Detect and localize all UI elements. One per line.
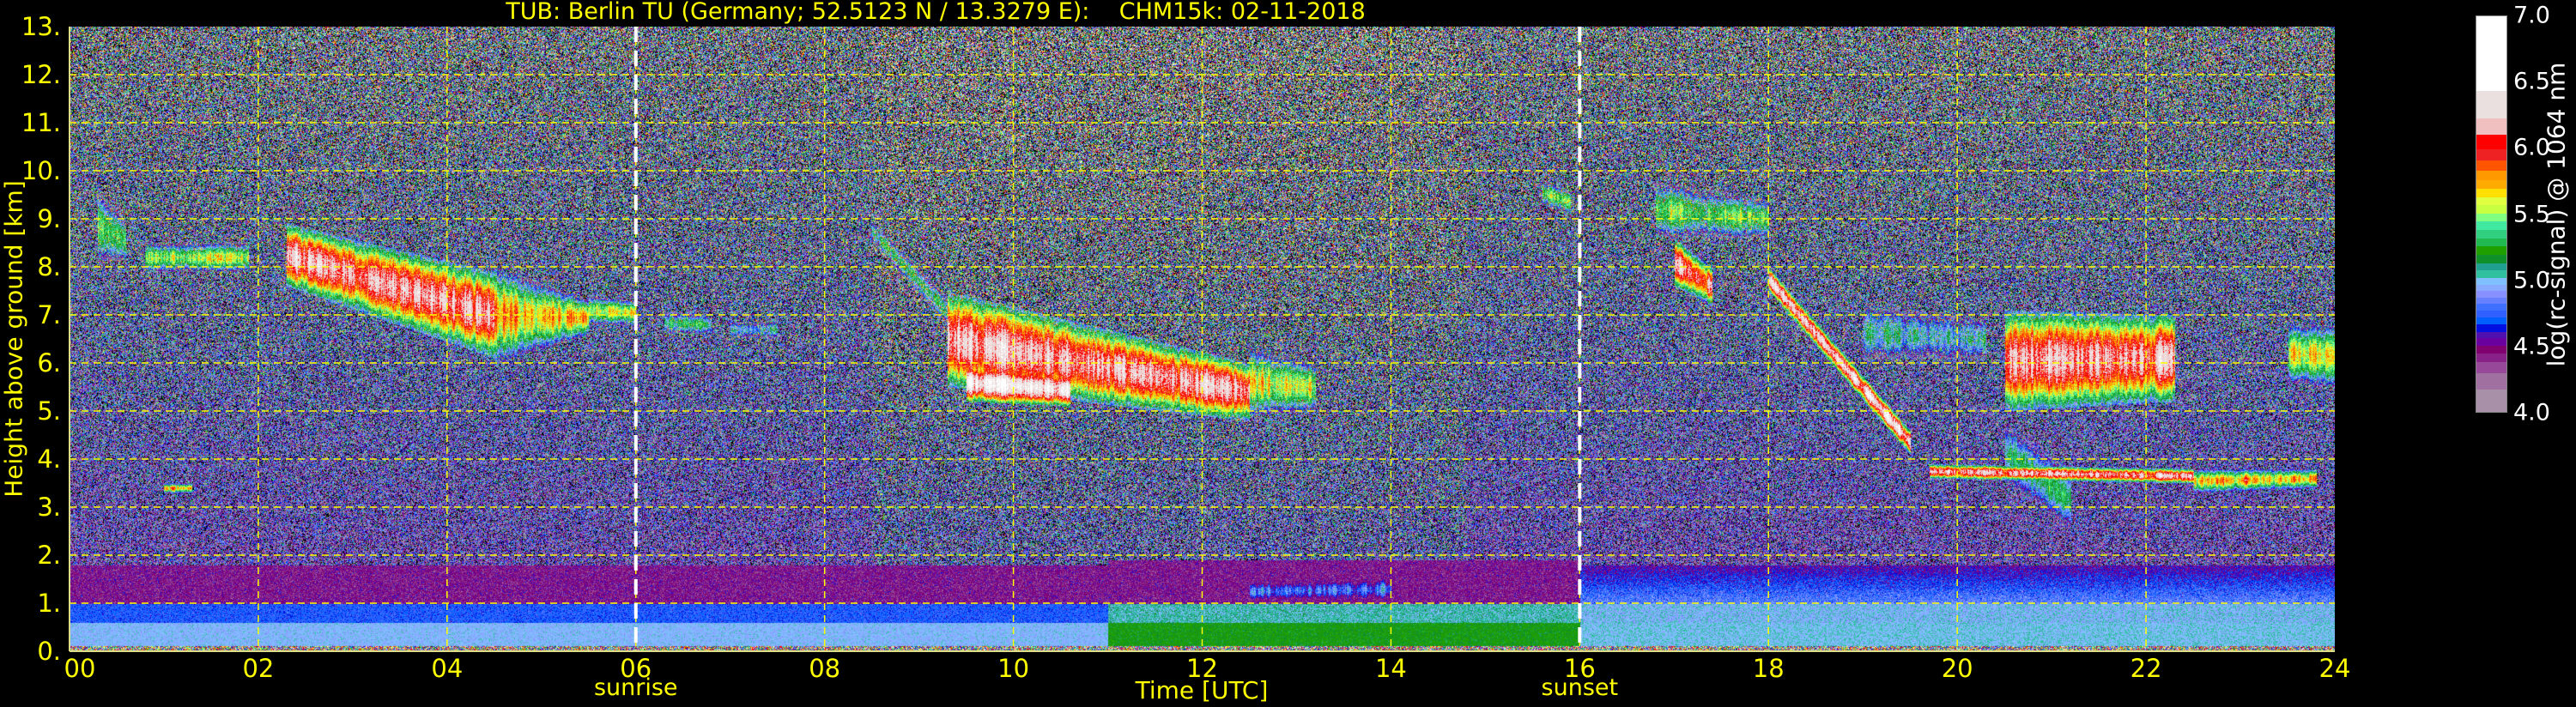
colorbar-segment: [2476, 277, 2506, 285]
colorbar: [2476, 15, 2507, 413]
annotation-sunset: sunset: [1541, 674, 1619, 701]
y-tick-label: 6.: [37, 348, 61, 378]
x-tick-label: 22: [2130, 654, 2162, 683]
colorbar-segment: [2476, 263, 2506, 271]
plot-area: [69, 27, 2335, 652]
colorbar-segment: [2476, 284, 2506, 291]
colorbar-segment: [2476, 361, 2506, 373]
colorbar-segment: [2476, 310, 2506, 317]
colorbar-segment: [2476, 160, 2506, 171]
colorbar-segment: [2476, 16, 2506, 91]
y-tick-label: 1.: [37, 589, 61, 618]
colorbar-segment: [2476, 269, 2506, 279]
grid-overlay: [69, 27, 2335, 652]
colorbar-segment: [2476, 213, 2506, 221]
annotation-sunrise: sunrise: [593, 674, 678, 701]
colorbar-segment: [2476, 188, 2506, 197]
x-tick-label: 18: [1752, 654, 1785, 683]
y-tick-label: 3.: [37, 492, 61, 522]
colorbar-segment: [2476, 170, 2506, 180]
x-tick-label: 08: [809, 654, 841, 683]
y-tick-label: 12.: [21, 60, 61, 89]
y-tick-label: 11.: [21, 108, 61, 137]
y-tick-label: 2.: [37, 541, 61, 570]
colorbar-segment: [2476, 229, 2506, 239]
colorbar-segment: [2476, 337, 2506, 347]
colorbar-segment: [2476, 254, 2506, 263]
colorbar-segment: [2476, 90, 2506, 118]
colorbar-segment: [2476, 297, 2506, 305]
y-tick-label: 0.: [37, 637, 61, 666]
colorbar-segment: [2476, 245, 2506, 256]
x-tick-label: 04: [431, 654, 464, 683]
colorbar-segment: [2476, 179, 2506, 189]
colorbar-label: log(rc-signal) @ 1064 nm: [2542, 62, 2571, 367]
x-tick-label: 14: [1374, 654, 1407, 683]
y-tick-label: 5.: [37, 396, 61, 426]
colorbar-segment: [2476, 303, 2506, 311]
colorbar-segment: [2476, 331, 2506, 338]
colorbar-segment: [2476, 238, 2506, 247]
x-tick-label: 00: [64, 654, 96, 683]
chart-title: TUB: Berlin TU (Germany; 52.5123 N / 13.…: [506, 0, 1366, 25]
x-tick-label: 20: [1941, 654, 1973, 683]
colorbar-segment: [2476, 323, 2506, 333]
y-tick-label: 4.: [37, 444, 61, 474]
x-tick-label: 02: [242, 654, 275, 683]
colorbar-tick-label: 7.0: [2513, 2, 2550, 29]
colorbar-segment: [2476, 353, 2506, 363]
colorbar-segment: [2476, 118, 2506, 136]
colorbar-segment: [2476, 345, 2506, 354]
colorbar-segment: [2476, 204, 2506, 214]
colorbar-segment: [2476, 317, 2506, 325]
colorbar-segment: [2476, 148, 2506, 161]
colorbar-segment: [2476, 290, 2506, 298]
x-tick-label: 10: [997, 654, 1030, 683]
y-tick-label: 8.: [37, 252, 61, 281]
y-tick-label: 7.: [37, 300, 61, 329]
colorbar-segment: [2476, 134, 2506, 149]
y-axis-label: Height above ground [km]: [0, 180, 28, 498]
x-tick-label: 24: [2318, 654, 2351, 683]
y-tick-label: 13.: [21, 12, 61, 41]
y-tick-label: 9.: [37, 204, 61, 233]
colorbar-segment: [2476, 389, 2506, 413]
colorbar-tick-label: 4.0: [2513, 399, 2550, 426]
x-axis-label: Time [UTC]: [1135, 676, 1269, 704]
colorbar-segment: [2476, 221, 2506, 230]
colorbar-segment: [2476, 372, 2506, 390]
colorbar-segment: [2476, 196, 2506, 205]
